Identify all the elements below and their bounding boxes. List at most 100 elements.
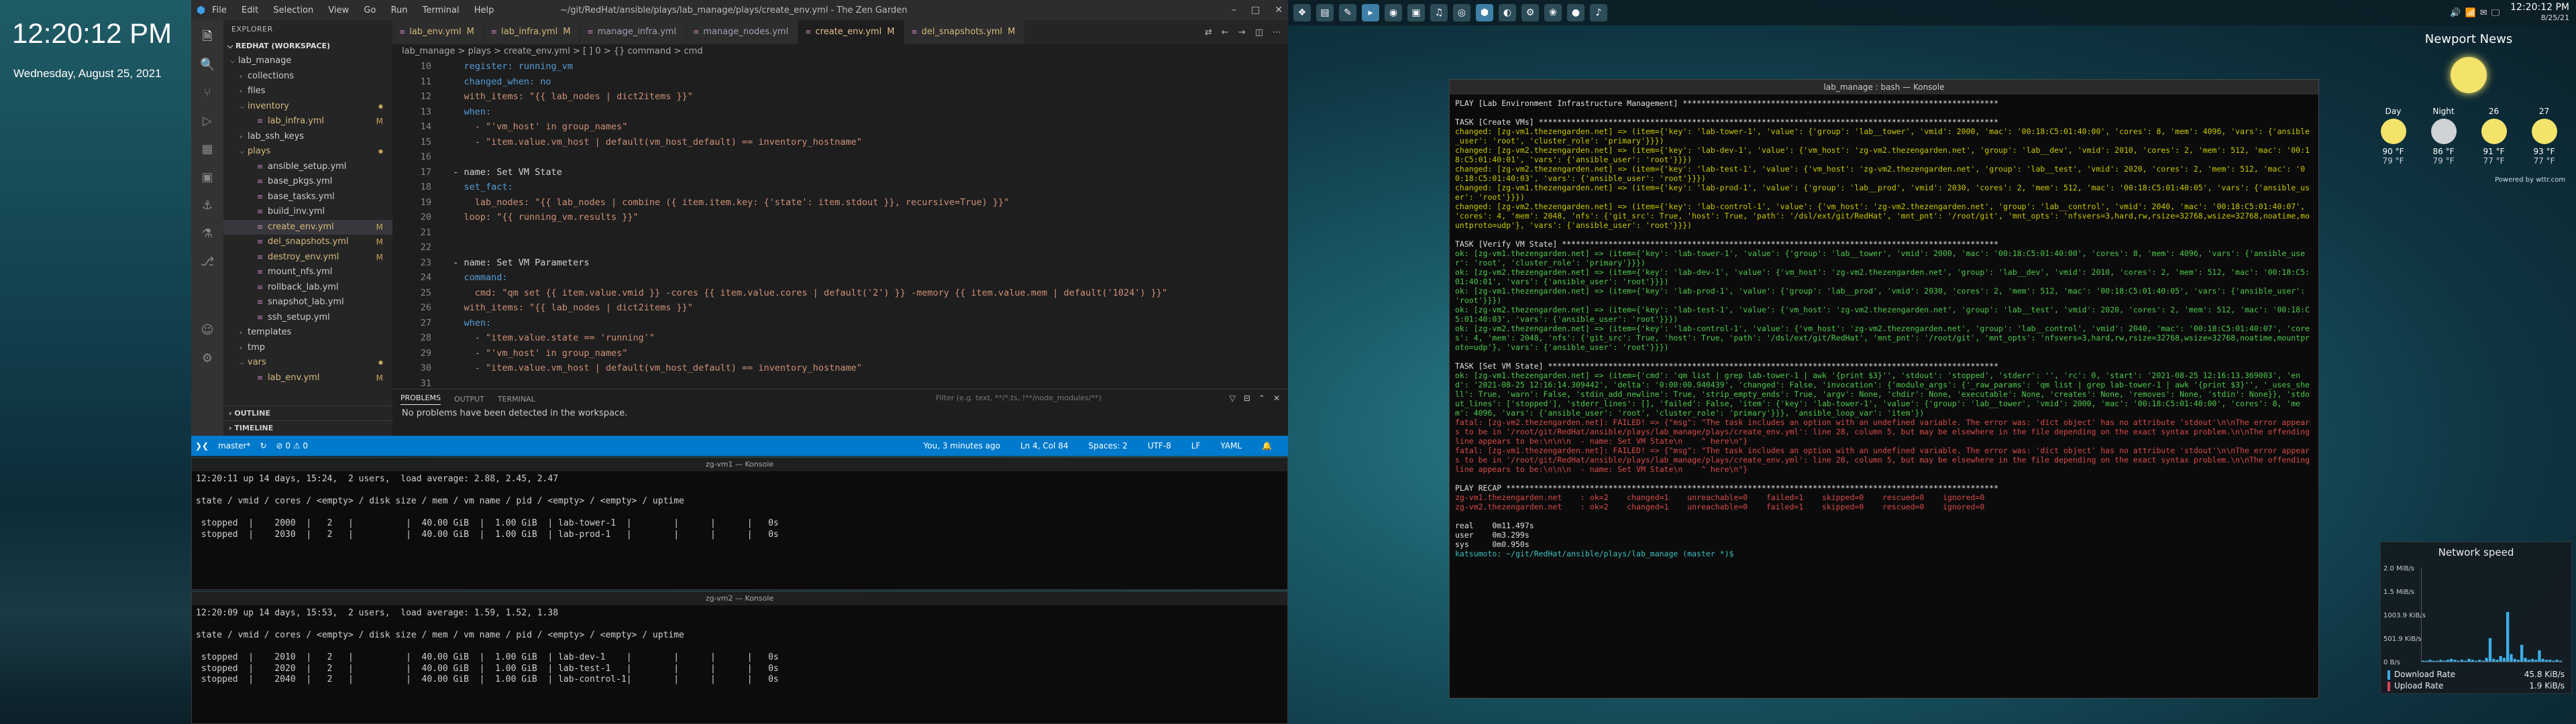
explorer-icon[interactable]: 🗎 (200, 29, 215, 44)
tree-folder[interactable]: ⌵ lab_manage (223, 54, 392, 69)
split-editor-icon[interactable]: ◫ (1255, 27, 1263, 38)
timeline-section[interactable]: › TIMELINE (223, 420, 392, 436)
tree-file[interactable]: ≡ lab_env.yml M (223, 371, 392, 386)
konsole-lab-manage[interactable]: lab_manage : bash — Konsole PLAY [Lab En… (1449, 79, 2319, 699)
music-icon[interactable]: ♪ (1590, 4, 1607, 21)
wine-icon[interactable]: ❀ (1544, 4, 1562, 21)
close-icon[interactable]: ✕ (1275, 5, 1283, 15)
tree-folder[interactable]: ⌵ plays ● (223, 144, 392, 160)
run-debug-icon[interactable]: ▷ (200, 114, 215, 129)
monitor-icon[interactable]: ◐ (1499, 4, 1516, 21)
tree-folder[interactable]: ⌵ vars ● (223, 355, 392, 371)
tree-file[interactable]: ≡ base_pkgs.yml (223, 174, 392, 190)
compare-icon[interactable]: ⇄ (1205, 27, 1212, 38)
menu-terminal[interactable]: Terminal (423, 5, 460, 15)
editor-tab[interactable]: ≡ manage_infra.yml (580, 20, 687, 44)
encoding[interactable]: UTF-8 (1148, 441, 1171, 450)
tree-folder[interactable]: › files (223, 84, 392, 99)
git-blame[interactable]: You, 3 minutes ago (924, 441, 1000, 450)
editor-tab[interactable]: ≡ lab_infra.yml M (484, 20, 581, 44)
menu-edit[interactable]: Edit (241, 5, 258, 15)
cursor-position[interactable]: Ln 4, Col 84 (1020, 441, 1069, 450)
menu-selection[interactable]: Selection (273, 5, 313, 15)
tree-file[interactable]: ≡ snapshot_lab.yml (223, 295, 392, 310)
collapse-all-icon[interactable]: ⊟ (1244, 394, 1250, 403)
tree-file[interactable]: ≡ rollback_lab.yml (223, 280, 392, 296)
language-mode[interactable]: YAML (1220, 441, 1242, 450)
docker-icon[interactable]: ⚓ (200, 198, 215, 213)
workspace-root[interactable]: ⌵ REDHAT (WORKSPACE) (223, 39, 392, 54)
menu-help[interactable]: Help (474, 5, 494, 15)
go-forward-icon[interactable]: → (1238, 27, 1246, 38)
code-editor[interactable]: 10 register: running_vm 11 changed_when: … (392, 59, 1288, 389)
files-icon[interactable]: ▤ (1316, 4, 1334, 21)
tree-folder[interactable]: › tmp (223, 341, 392, 356)
menu-view[interactable]: View (328, 5, 349, 15)
app-menu-icon[interactable]: ❖ (1293, 4, 1311, 21)
testing-icon[interactable]: ⚗ (200, 227, 215, 241)
line-ending[interactable]: LF (1191, 441, 1201, 450)
tree-file[interactable]: ≡ build_inv.yml (223, 204, 392, 220)
tree-folder[interactable]: › lab_ssh_keys (223, 129, 392, 145)
breadcrumb[interactable]: lab_manage > plays > create_env.yml > [ … (392, 44, 1288, 59)
git-graph-icon[interactable]: ⎇ (200, 255, 215, 269)
chevron-right-icon: › (239, 88, 242, 95)
tree-folder[interactable]: › templates (223, 325, 392, 341)
remote-explorer-icon[interactable]: ▣ (200, 170, 215, 185)
indentation[interactable]: Spaces: 2 (1089, 441, 1128, 450)
panel-clock[interactable]: 12:20:12 PM 8/25/21 (2510, 2, 2569, 23)
menu-file[interactable]: File (212, 5, 227, 15)
editor-tab[interactable]: ≡ manage_nodes.yml (686, 20, 799, 44)
maximize-panel-icon[interactable]: ⌃ (1258, 394, 1265, 403)
tree-file[interactable]: ≡ mount_nfs.yml (223, 265, 392, 280)
minimize-icon[interactable]: – (1232, 5, 1236, 15)
gear-icon[interactable]: ⚙ (200, 351, 215, 366)
extensions-icon[interactable]: ▦ (200, 142, 215, 157)
git-branch[interactable]: master* (218, 441, 250, 450)
close-panel-icon[interactable]: ✕ (1273, 394, 1280, 403)
editor-tab[interactable]: ≡ create_env.yml M (798, 20, 905, 44)
bell-icon[interactable]: 🔔 (1262, 441, 1272, 450)
more-actions-icon[interactable]: ⋯ (1273, 27, 1281, 38)
konsole-vm1[interactable]: zg-vm1 — Konsole 12:20:11 up 14 days, 15… (191, 457, 1288, 590)
terminal-icon[interactable]: ▸ (1362, 4, 1379, 21)
tree-file[interactable]: ≡ base_tasks.yml (223, 190, 392, 205)
steam-icon[interactable]: ⚙ (1521, 4, 1539, 21)
obs-icon[interactable]: ● (1567, 4, 1585, 21)
browser-icon[interactable]: ◉ (1385, 4, 1402, 21)
tree-file[interactable]: ≡ ssh_setup.yml (223, 310, 392, 326)
tab-problems[interactable]: PROBLEMS (400, 394, 441, 405)
go-back-icon[interactable]: ← (1222, 27, 1229, 38)
tray-icons-group[interactable]: 🔊📶✉🖵 (2450, 8, 2504, 18)
chrome-icon[interactable]: ◎ (1453, 4, 1470, 21)
editor-tab[interactable]: ≡ del_snapshots.yml M (904, 20, 1026, 44)
search-icon[interactable]: 🔍 (200, 58, 215, 72)
sync-icon[interactable]: ↻ (260, 441, 266, 450)
remote-indicator-icon[interactable]: ❯❮ (195, 441, 209, 450)
tree-file[interactable]: ≡ destroy_env.yml M (223, 250, 392, 265)
outline-section[interactable]: › OUTLINE (223, 406, 392, 421)
tree-file[interactable]: ≡ del_snapshots.yml M (223, 235, 392, 250)
menu-go[interactable]: Go (364, 5, 376, 15)
filter-icon[interactable]: ▽ (1230, 394, 1236, 403)
tree-file[interactable]: ≡ lab_infra.yml M (223, 114, 392, 129)
spotify-icon[interactable]: ♫ (1430, 4, 1448, 21)
store-icon[interactable]: ▣ (1407, 4, 1425, 21)
source-control-icon[interactable]: ⑂ (200, 86, 215, 101)
tree-folder[interactable]: ⌵ inventory ● (223, 99, 392, 115)
vscode-icon[interactable]: ⬢ (1476, 4, 1493, 21)
menu-run[interactable]: Run (391, 5, 408, 15)
kate-icon[interactable]: ✎ (1339, 4, 1356, 21)
account-icon[interactable]: ☺ (200, 323, 215, 338)
tab-terminal[interactable]: TERMINAL (498, 395, 535, 404)
editor-tab[interactable]: ≡ lab_env.yml M (392, 20, 484, 44)
maximize-icon[interactable]: □ (1251, 5, 1260, 15)
problems-filter-input[interactable]: Filter (e.g. text, **/*.ts, !**/node_mod… (936, 394, 1102, 402)
konsole-vm2[interactable]: zg-vm2 — Konsole 12:20:09 up 14 days, 15… (191, 591, 1288, 724)
weather-credit[interactable]: Powered by wttr.com (2368, 176, 2569, 184)
tree-file[interactable]: ≡ create_env.yml M (223, 219, 392, 235)
tree-file[interactable]: ≡ ansible_setup.yml (223, 160, 392, 175)
tree-folder[interactable]: › collections (223, 69, 392, 84)
tab-output[interactable]: OUTPUT (454, 395, 484, 404)
problems-count[interactable]: ⊘ 0 ⚠ 0 (276, 441, 309, 450)
